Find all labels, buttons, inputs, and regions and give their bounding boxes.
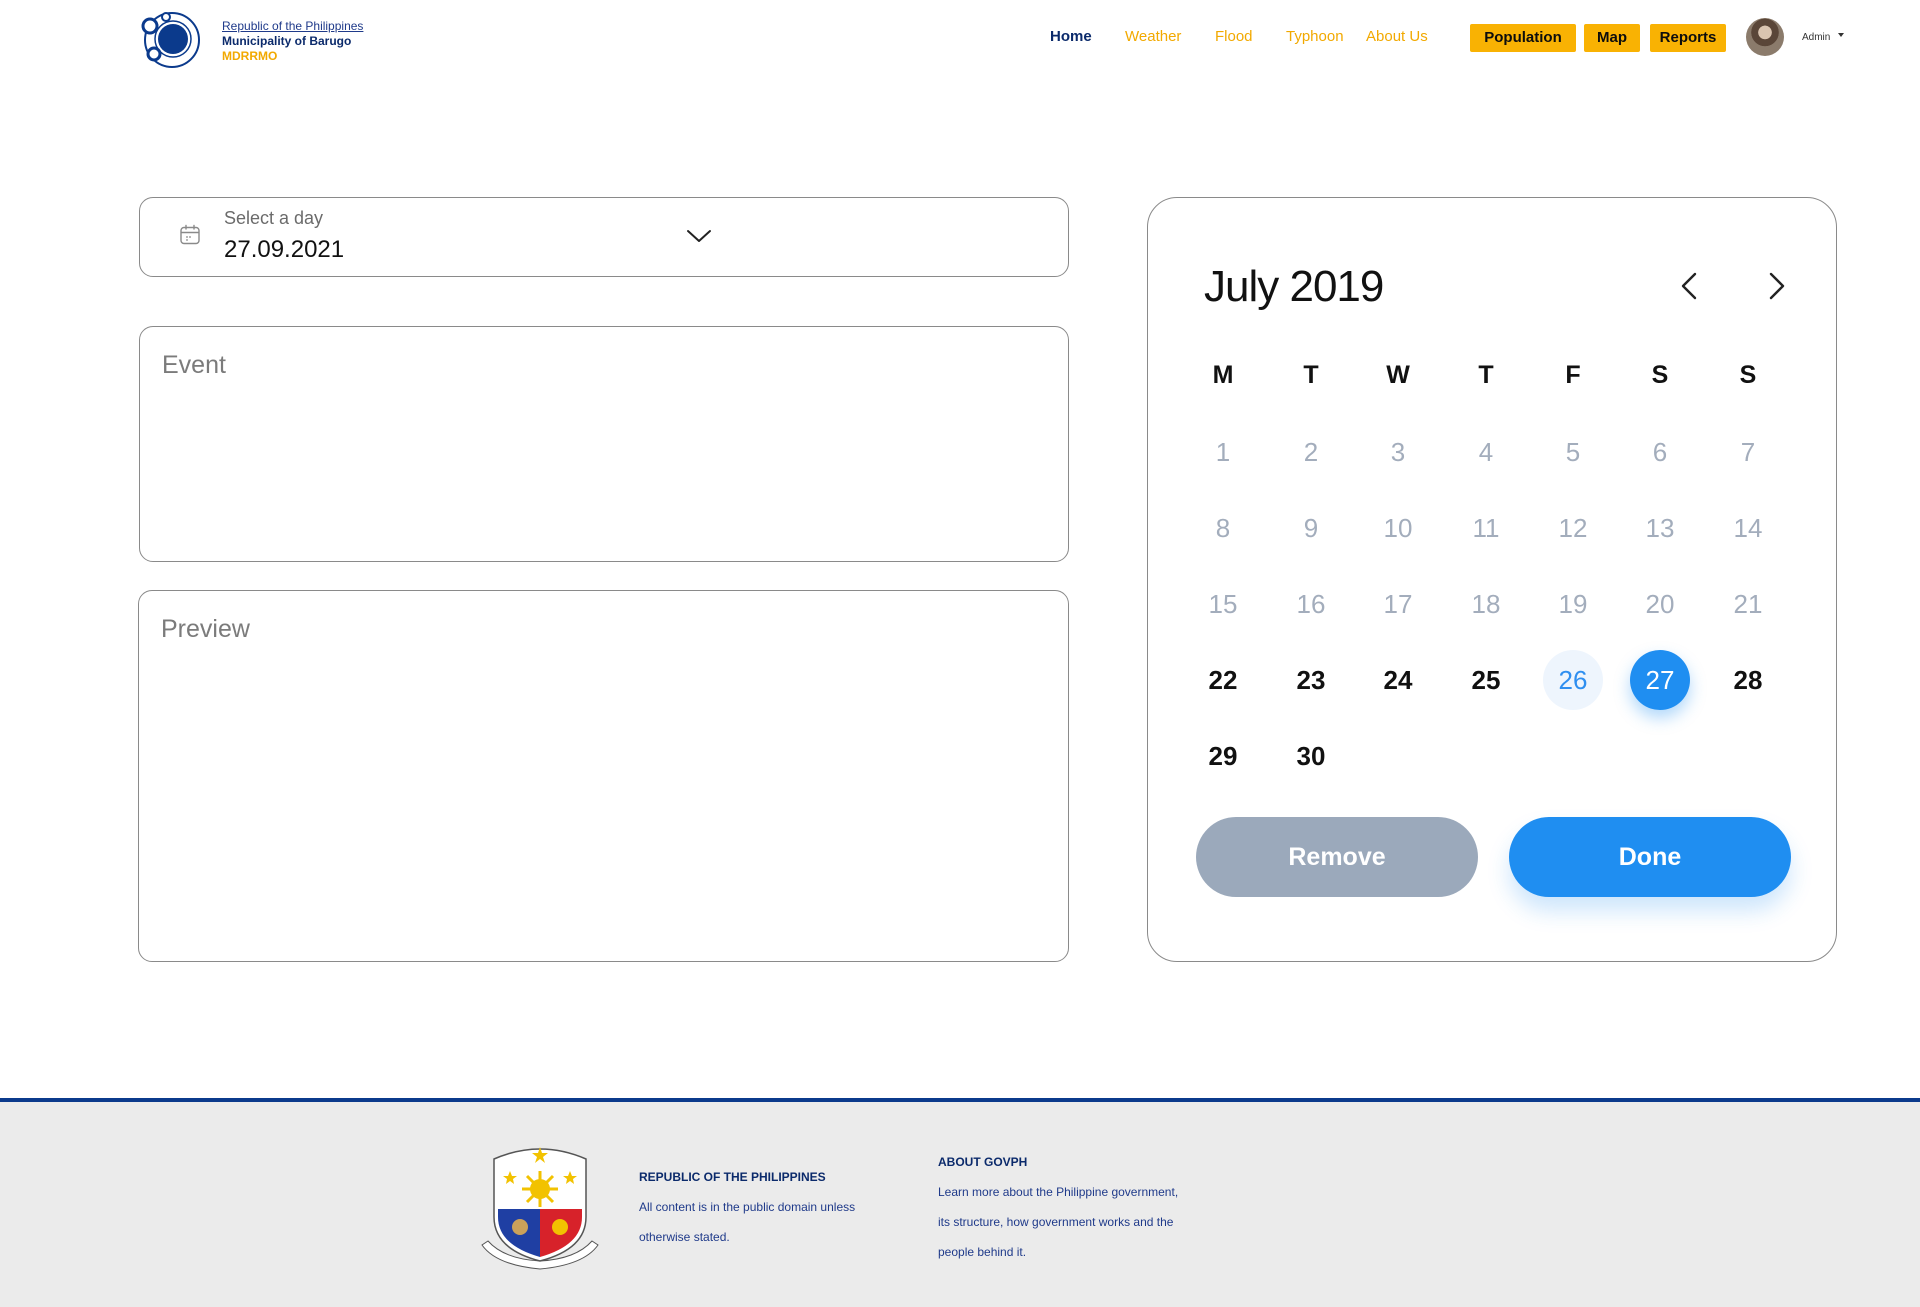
footer-republic-line1: All content is in the public domain unle… [639,1200,856,1214]
footer-about-title[interactable]: ABOUT GOVPH [938,1155,1027,1169]
date-picker-card: July 2019 M T W T F S S 1 2 3 4 5 6 7 8 … [1147,197,1837,962]
calendar-day[interactable]: 17 [1368,574,1428,634]
calendar-day[interactable]: 14 [1718,498,1778,558]
calendar-month-title: July 2019 [1204,262,1384,311]
chevron-right-icon[interactable] [1762,268,1792,304]
chevron-left-icon[interactable] [1674,268,1704,304]
nav-weather[interactable]: Weather [1125,28,1181,45]
calendar-day[interactable]: 10 [1368,498,1428,558]
user-avatar[interactable] [1746,18,1784,56]
calendar-day[interactable]: 18 [1456,574,1516,634]
map-button[interactable]: Map [1584,24,1640,52]
nav-typhoon[interactable]: Typhoon [1286,28,1344,45]
calendar-day[interactable]: 23 [1281,650,1341,710]
site-footer: REPUBLIC OF THE PHILIPPINES All content … [0,1098,1920,1307]
calendar-day[interactable]: 13 [1630,498,1690,558]
preview-input[interactable] [138,590,1069,962]
calendar-day[interactable]: 15 [1193,574,1253,634]
philippine-coat-of-arms-seal [481,1147,599,1270]
calendar-day[interactable]: 28 [1718,650,1778,710]
weekday-label: M [1212,361,1234,389]
calendar-day[interactable]: 9 [1281,498,1341,558]
calendar-day[interactable]: 25 [1456,650,1516,710]
user-menu-caret-icon[interactable] [1838,33,1844,37]
calendar-day[interactable]: 20 [1630,574,1690,634]
weekday-label: T [1478,361,1494,389]
calendar-day[interactable]: 22 [1193,650,1253,710]
footer-republic-title: REPUBLIC OF THE PHILIPPINES [639,1170,826,1184]
calendar-day[interactable]: 16 [1281,574,1341,634]
day-selector[interactable]: Select a day 27.09.2021 [139,197,1069,277]
weekday-label: S [1651,361,1669,389]
population-button[interactable]: Population [1470,24,1576,52]
site-header: Republic of the Philippines Municipality… [0,0,1920,80]
calendar-day[interactable]: 19 [1543,574,1603,634]
nav-about-us[interactable]: About Us [1366,28,1428,45]
event-input[interactable] [139,326,1069,562]
calendar-day[interactable]: 3 [1368,422,1428,482]
calendar-day[interactable]: 30 [1281,726,1341,786]
weekday-label: T [1303,361,1319,389]
weekday-label: S [1739,361,1757,389]
footer-about-line1: Learn more about the Philippine governme… [938,1185,1179,1199]
calendar-day[interactable]: 12 [1543,498,1603,558]
calendar-day[interactable]: 6 [1630,422,1690,482]
done-button[interactable]: Done [1509,817,1791,897]
day-selector-value: 27.09.2021 [224,236,345,263]
calendar-day[interactable]: 4 [1456,422,1516,482]
footer-republic-line2: otherwise stated. [639,1230,730,1244]
nav-home[interactable]: Home [1050,28,1092,45]
reports-button[interactable]: Reports [1650,24,1726,52]
calendar-day[interactable]: 24 [1368,650,1428,710]
calendar-icon [180,224,200,245]
calendar-day[interactable]: 5 [1543,422,1603,482]
weekday-label: W [1386,361,1410,389]
calendar-day[interactable]: 7 [1718,422,1778,482]
calendar-day-selected[interactable]: 27 [1630,650,1690,710]
calendar-day[interactable]: 8 [1193,498,1253,558]
footer-about-line3: people behind it. [938,1245,1027,1259]
nav-flood[interactable]: Flood [1215,28,1253,45]
calendar-day[interactable]: 21 [1718,574,1778,634]
day-selector-label: Select a day [224,208,324,228]
calendar-day[interactable]: 2 [1281,422,1341,482]
calendar-day[interactable]: 1 [1193,422,1253,482]
footer-about-line2: its structure, how government works and … [938,1215,1174,1229]
chevron-down-icon[interactable] [684,226,714,246]
remove-button[interactable]: Remove [1196,817,1478,897]
weekday-label: F [1565,361,1581,389]
calendar-day[interactable]: 29 [1193,726,1253,786]
calendar-day[interactable]: 11 [1456,498,1516,558]
calendar-day-today[interactable]: 26 [1543,650,1603,710]
user-name[interactable]: Admin [1802,32,1830,43]
